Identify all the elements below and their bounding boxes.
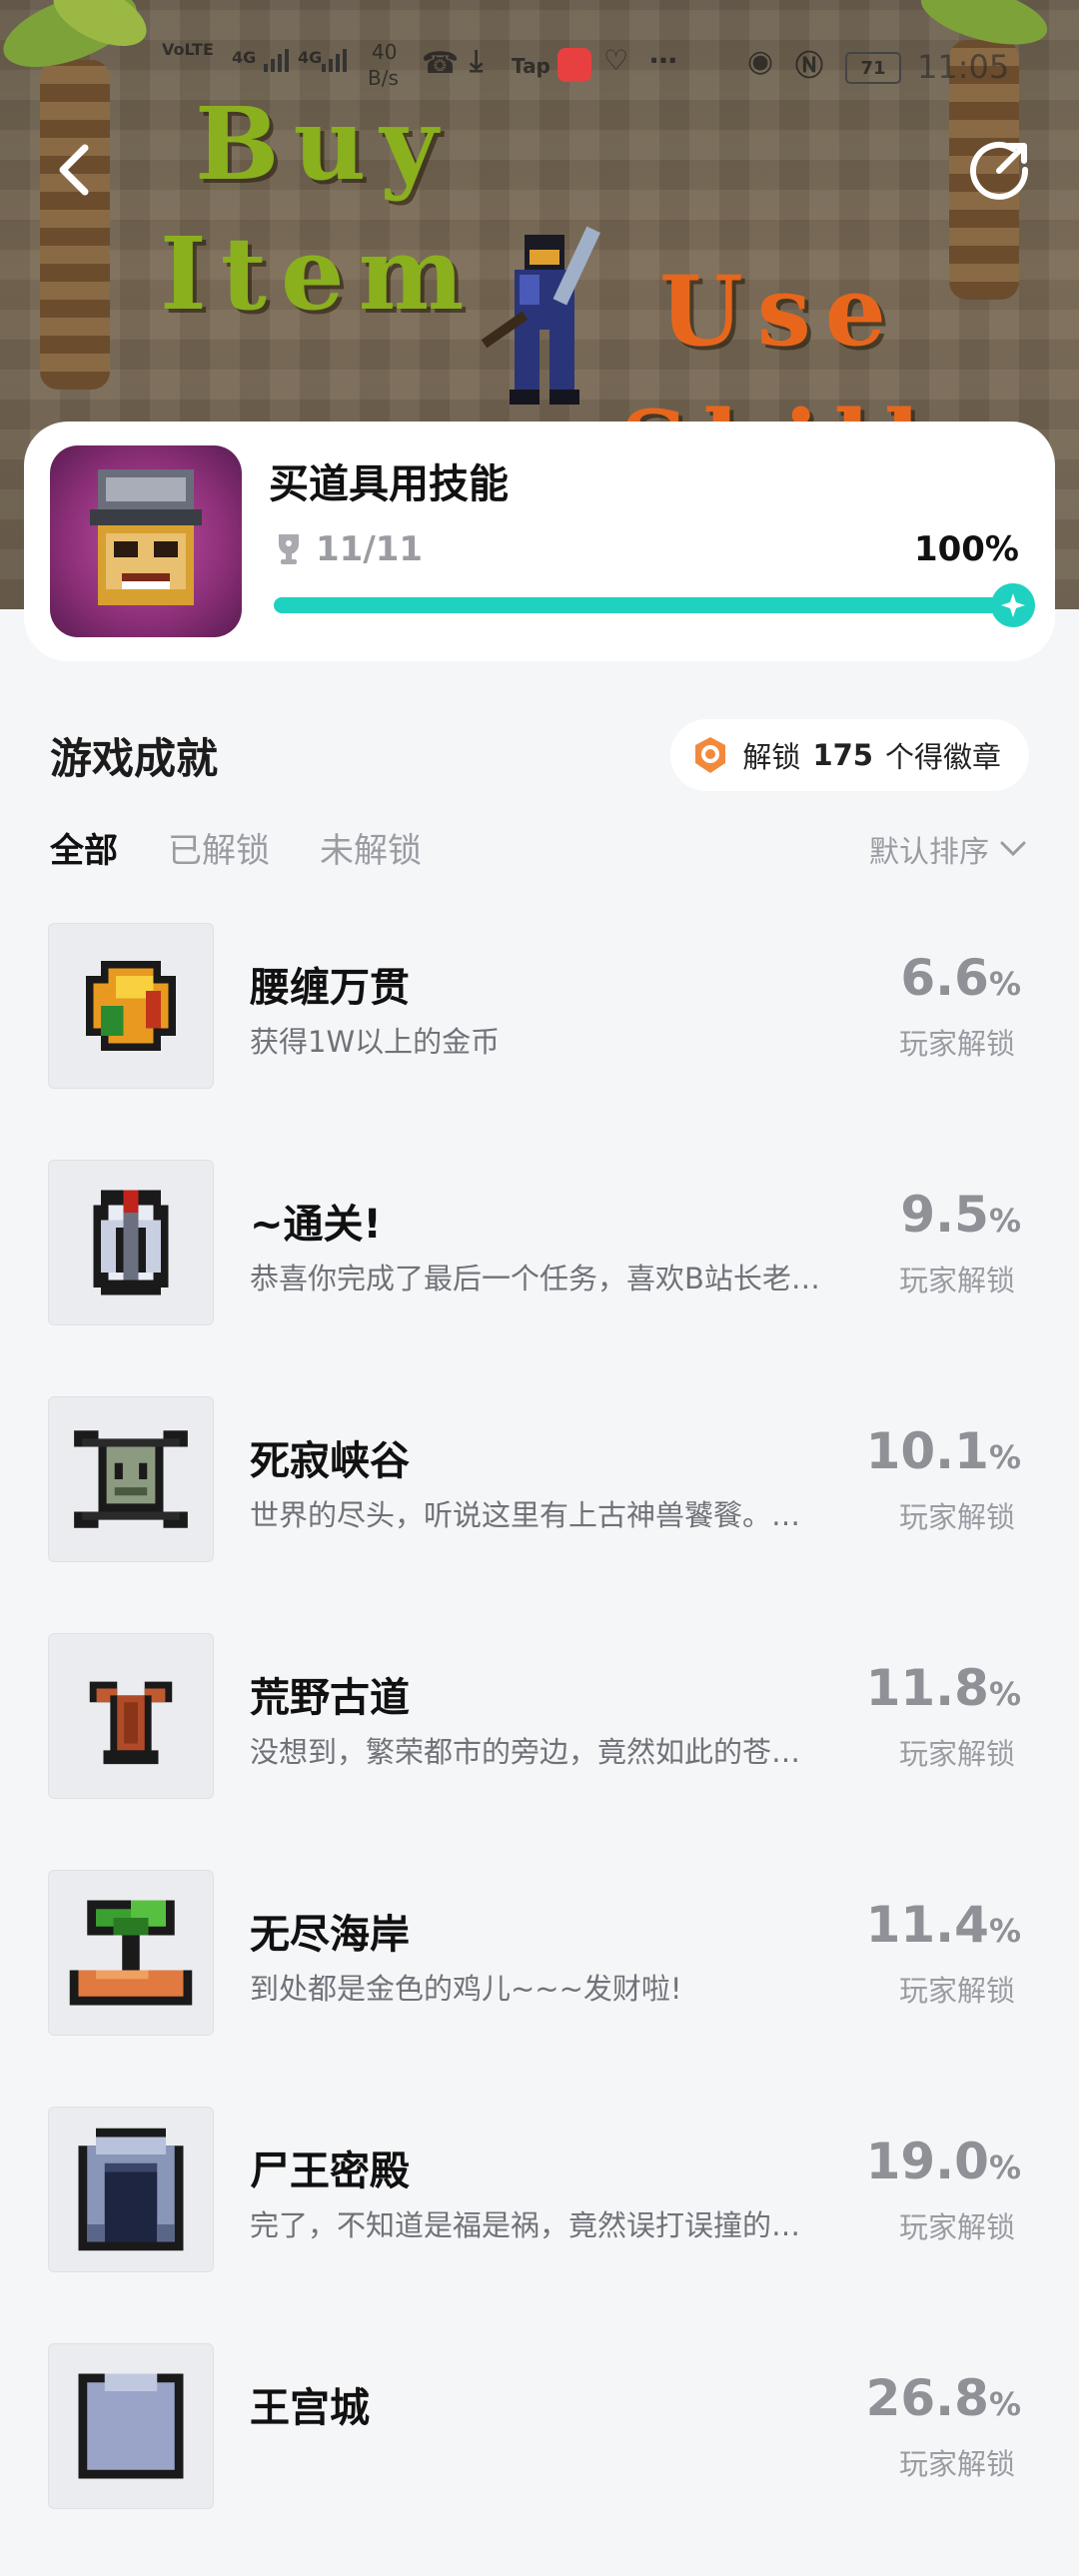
achievement-item[interactable]: ~通关! 恭喜你完成了最后一个任务，喜欢B站长老… 9.5% 玩家解锁	[0, 1156, 1079, 1392]
battery-level: 71	[860, 57, 886, 79]
achievement-percent-label: 玩家解锁	[898, 2447, 1015, 2481]
back-button[interactable]	[40, 135, 110, 205]
net-speed: 40	[372, 40, 398, 64]
achievement-list: 腰缠万贯 获得1W以上的金币 6.6% 玩家解锁 ~通关! 恭喜你完成了最后一个…	[0, 919, 1079, 2576]
achievement-percent: 19.0%	[865, 2133, 1021, 2190]
game-summary-card: 买道具用技能 11/11 100%	[24, 422, 1055, 661]
taptap-icon: Tap	[512, 54, 550, 78]
achievement-desc: 恭喜你完成了最后一个任务，喜欢B站长老…	[250, 1262, 820, 1295]
trophy-count: 11/11	[316, 529, 424, 569]
achievement-desc: 世界的尽头，听说这里有上古神兽饕餮。…	[250, 1498, 801, 1532]
achievement-item[interactable]: 无尽海岸 到处都是金色的鸡儿~~~发财啦! 11.4% 玩家解锁	[0, 1866, 1079, 2103]
download-icon: ⤓	[470, 44, 484, 79]
stone-archway-icon	[48, 2107, 214, 2272]
achievement-item[interactable]: 荒野古道 没想到，繁荣都市的旁边，竟然如此的苍… 11.8% 玩家解锁	[0, 1629, 1079, 1866]
achievements-title: 游戏成就	[50, 734, 219, 783]
unlock-badge-pill[interactable]: 解锁 175 个得徽章	[670, 719, 1029, 791]
trophy-count-row: 11/11	[274, 529, 423, 569]
badge-count: 175	[812, 738, 873, 772]
tab-all[interactable]: 全部	[50, 823, 118, 872]
achievement-desc: 获得1W以上的金币	[250, 1025, 501, 1059]
chevron-down-icon	[1000, 841, 1026, 857]
achievement-percent: 9.5%	[900, 1186, 1021, 1244]
achievement-percent-label: 玩家解锁	[898, 1737, 1015, 1771]
share-button[interactable]	[965, 135, 1035, 205]
completion-percent: 100%	[913, 529, 1019, 569]
knight-sprite-icon	[481, 226, 600, 405]
share-icon	[970, 141, 1029, 200]
tab-unlocked[interactable]: 已解锁	[168, 823, 270, 872]
gold-coin-icon	[48, 923, 214, 1089]
palm-island-icon	[48, 1870, 214, 2036]
tab-locked[interactable]: 未解锁	[320, 823, 422, 872]
badge-prefix: 解锁	[742, 740, 801, 774]
network-label-2: 4G	[298, 48, 323, 67]
progress-knob	[991, 583, 1035, 627]
game-title: 买道具用技能	[269, 461, 509, 507]
achievement-name: 尸王密殿	[250, 2148, 410, 2194]
net-speed-unit: B/s	[368, 66, 399, 90]
achievement-percent-label: 玩家解锁	[898, 2210, 1015, 2244]
achievement-percent: 11.4%	[865, 1896, 1021, 1954]
badge-suffix: 个得徽章	[884, 740, 1001, 774]
dead-tree-icon	[48, 1633, 214, 1799]
achievement-name: 无尽海岸	[250, 1912, 410, 1958]
clock: 11:05	[917, 48, 1010, 86]
achievement-name: 王宫城	[250, 2385, 370, 2431]
achievement-name: 腰缠万贯	[250, 965, 410, 1011]
completion-progress-bar	[274, 583, 1035, 627]
achievement-percent-label: 玩家解锁	[898, 1264, 1015, 1297]
progress-fill	[274, 597, 1013, 613]
achievement-percent: 10.1%	[865, 1422, 1021, 1480]
sparkle-icon	[1001, 593, 1025, 617]
app-notification-icon	[557, 48, 591, 82]
achievement-filter-tabs: 全部 已解锁 未解锁	[50, 823, 422, 872]
volte-label: VoLTE	[162, 40, 214, 59]
achievement-percent: 11.8%	[865, 1659, 1021, 1717]
health-icon: ♡	[603, 44, 629, 77]
signal-icon-2	[320, 46, 348, 80]
achievement-percent-label: 玩家解锁	[898, 1027, 1015, 1061]
achievement-desc: 到处都是金色的鸡儿~~~发财啦!	[250, 1972, 682, 2006]
signal-icon	[262, 46, 290, 80]
banner-word-use: Use	[659, 255, 900, 368]
nfc-icon: Ⓝ	[795, 49, 824, 82]
achievement-percent-label: 玩家解锁	[898, 1500, 1015, 1534]
achievement-percent: 6.6%	[900, 949, 1021, 1007]
achievement-percent: 26.8%	[865, 2369, 1021, 2427]
game-app-icon[interactable]	[50, 445, 242, 637]
achievement-desc: 完了，不知道是福是祸，竟然误打误撞的…	[250, 2208, 801, 2242]
more-dots-icon: ⋯	[649, 44, 677, 77]
banner-word-item: Item	[160, 215, 479, 333]
warrior-face-icon	[90, 469, 202, 605]
achievement-percent-label: 玩家解锁	[898, 1974, 1015, 2008]
status-bar: VoLTE 4G 4G 40 B/s ☎ ⤓ Tap ♡ ⋯ ◉ Ⓝ 71 11…	[0, 0, 1079, 130]
trophy-icon	[279, 534, 299, 564]
achievement-item[interactable]: 王宫城 26.8% 玩家解锁	[0, 2339, 1079, 2576]
network-label-1: 4G	[232, 48, 257, 67]
achievement-item[interactable]: 死寂峡谷 世界的尽头，听说这里有上古神兽饕餮。… 10.1% 玩家解锁	[0, 1392, 1079, 1629]
achievement-item[interactable]: 尸王密殿 完了，不知道是福是祸，竟然误打误撞的… 19.0% 玩家解锁	[0, 2103, 1079, 2339]
missed-call-icon: ☎	[422, 46, 460, 81]
achievement-name: 死寂峡谷	[250, 1438, 410, 1484]
sort-dropdown[interactable]: 默认排序	[869, 827, 1027, 871]
castle-icon	[48, 2343, 214, 2509]
chevron-left-icon	[59, 144, 89, 196]
knight-helmet-icon	[48, 1160, 214, 1325]
skull-crossbones-icon	[48, 1396, 214, 1562]
achievement-item[interactable]: 腰缠万贯 获得1W以上的金币 6.6% 玩家解锁	[0, 919, 1079, 1156]
achievement-name: ~通关!	[250, 1202, 382, 1248]
achievement-name: 荒野古道	[250, 1675, 410, 1721]
eye-icon: ◉	[747, 44, 774, 79]
achievement-desc: 没想到，繁荣都市的旁边，竟然如此的苍…	[250, 1735, 801, 1769]
sort-label: 默认排序	[869, 835, 989, 870]
badge-medal-icon	[695, 737, 726, 773]
battery-icon: 71	[845, 52, 901, 84]
